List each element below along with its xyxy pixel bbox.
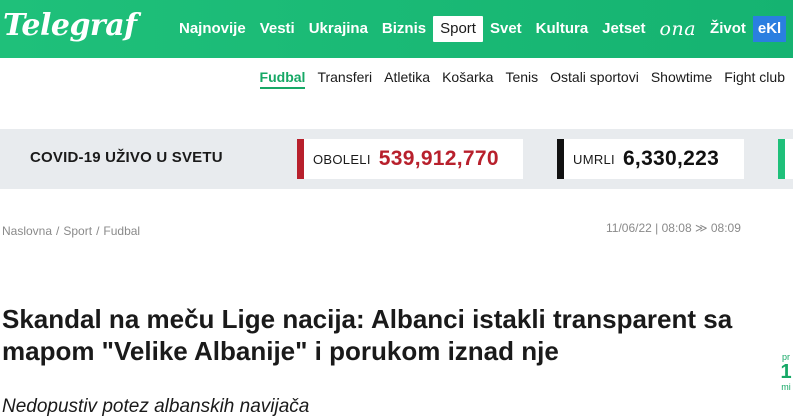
covid-stats-bar: COVID-19 UŽIVO U SVETU OBOLELI 539,912,7… bbox=[0, 129, 793, 189]
sport-subnav: Fudbal Transferi Atletika Košarka Tenis … bbox=[248, 69, 785, 89]
subnav-item-fight-club[interactable]: Fight club bbox=[724, 69, 785, 89]
main-nav: Najnovije Vesti Ukrajina Biznis Sport Sv… bbox=[172, 16, 787, 42]
breadcrumb-sport[interactable]: Sport bbox=[63, 224, 92, 238]
article-lead: Nedopustiv potez albanskih navijača bbox=[2, 396, 310, 417]
breadcrumb-naslovna[interactable]: Naslovna bbox=[2, 224, 52, 238]
infected-stat: OBOLELI 539,912,770 bbox=[297, 139, 523, 179]
deaths-stat: UMRLI 6,330,223 bbox=[557, 139, 744, 179]
breadcrumb-separator: / bbox=[96, 224, 100, 238]
infected-label: OBOLELI bbox=[313, 151, 371, 167]
side-widget-partial[interactable]: pr 1 mi bbox=[779, 352, 793, 392]
top-navigation-bar: Telegraf Najnovije Vesti Ukrajina Biznis… bbox=[0, 0, 793, 58]
subnav-item-transferi[interactable]: Transferi bbox=[317, 69, 372, 89]
telegraf-logo[interactable]: Telegraf bbox=[3, 8, 137, 43]
breadcrumb-separator: / bbox=[56, 224, 60, 238]
breadcrumb: Naslovna / Sport / Fudbal bbox=[2, 224, 140, 238]
deaths-label: UMRLI bbox=[573, 151, 615, 167]
subnav-item-kosarka[interactable]: Košarka bbox=[442, 69, 493, 89]
infected-value: 539,912,770 bbox=[378, 147, 499, 170]
side-widget-number: 1 bbox=[780, 361, 792, 383]
nav-item-najnovije[interactable]: Najnovije bbox=[172, 16, 253, 42]
covid-title: COVID-19 UŽIVO U SVETU bbox=[30, 149, 223, 166]
article-headline: Skandal na meču Lige nacija: Albanci ist… bbox=[2, 304, 733, 366]
nav-item-kultura[interactable]: Kultura bbox=[529, 16, 596, 42]
recovered-stat bbox=[778, 139, 793, 179]
publish-date: 11/06/22 | 08:08 ≫ 08:09 bbox=[606, 221, 741, 235]
nav-item-jetset[interactable]: Jetset bbox=[595, 16, 652, 42]
recovered-marker bbox=[778, 139, 785, 179]
breadcrumb-fudbal[interactable]: Fudbal bbox=[103, 224, 140, 238]
deaths-value: 6,330,223 bbox=[622, 147, 720, 170]
subnav-item-atletika[interactable]: Atletika bbox=[384, 69, 430, 89]
nav-item-ona-logo[interactable]: ona bbox=[653, 16, 704, 42]
subnav-item-tenis[interactable]: Tenis bbox=[505, 69, 538, 89]
nav-item-biznis[interactable]: Biznis bbox=[375, 16, 433, 42]
nav-item-eklub[interactable]: eKl bbox=[752, 16, 787, 42]
nav-item-zivot[interactable]: Život bbox=[703, 16, 753, 42]
nav-item-sport[interactable]: Sport bbox=[433, 16, 483, 42]
nav-item-svet[interactable]: Svet bbox=[483, 16, 529, 42]
nav-item-ukrajina[interactable]: Ukrajina bbox=[302, 16, 375, 42]
infected-marker bbox=[297, 139, 304, 179]
subnav-item-ostali-sportovi[interactable]: Ostali sportovi bbox=[550, 69, 639, 89]
subnav-item-fudbal[interactable]: Fudbal bbox=[259, 69, 306, 89]
subnav-item-showtime[interactable]: Showtime bbox=[651, 69, 712, 89]
nav-item-vesti[interactable]: Vesti bbox=[253, 16, 302, 42]
side-widget-bottom-text: mi bbox=[781, 382, 791, 392]
deaths-marker bbox=[557, 139, 564, 179]
